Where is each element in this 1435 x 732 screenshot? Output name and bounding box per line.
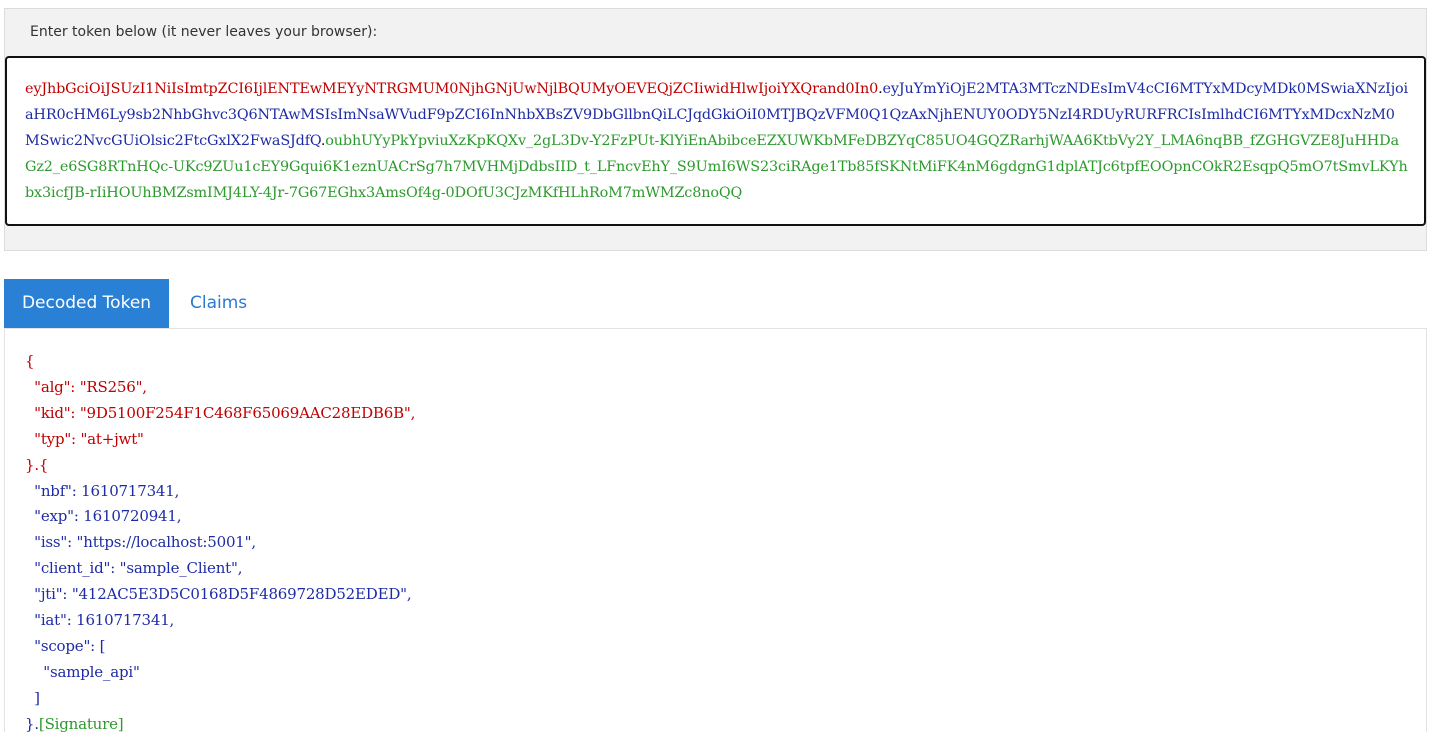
decoded-payload-line: "client_id": "sample_Client", <box>25 559 243 578</box>
tab-claims[interactable]: Claims <box>190 279 247 328</box>
decoded-payload-line: "iss": "https://localhost:5001", <box>25 533 256 552</box>
decoded-header-line: "typ": "at+jwt" <box>25 429 144 448</box>
decoded-token-json: { "alg": "RS256", "kid": "9D5100F254F1C4… <box>25 349 415 732</box>
token-instruction-label: Enter token below (it never leaves your … <box>30 24 378 40</box>
decoded-payload-line: "sample_api" <box>25 662 140 681</box>
decoded-header-close: }.{ <box>25 455 49 474</box>
result-tabs: Decoded Token Claims <box>4 279 1427 328</box>
decoded-open-brace: { <box>25 352 35 370</box>
decoded-payload-line: ] <box>25 688 40 707</box>
decoded-payload-close: }. <box>25 714 39 732</box>
decoded-payload-line: "jti": "412AC5E3D5C0168D5F4869728D52EDED… <box>25 585 412 604</box>
decoded-payload-line: "exp": 1610720941, <box>25 507 182 526</box>
decoded-header-line: "alg": "RS256", <box>25 377 147 396</box>
decoded-payload-line: "iat": 1610717341, <box>25 611 175 630</box>
token-input-field[interactable]: eyJhbGciOiJSUzI1NiIsImtpZCI6IjlENTEwMEYy… <box>5 56 1426 226</box>
decoded-payload-line: "nbf": 1610717341, <box>25 481 180 500</box>
token-header-segment: eyJhbGciOiJSUzI1NiIsImtpZCI6IjlENTEwMEYy… <box>25 81 879 97</box>
decoded-signature-label: [Signature] <box>38 714 124 732</box>
token-input-panel: Enter token below (it never leaves your … <box>4 8 1427 251</box>
decoded-token-panel: { "alg": "RS256", "kid": "9D5100F254F1C4… <box>4 328 1427 732</box>
decoded-payload-line: "scope": [ <box>25 636 106 655</box>
tab-decoded-token[interactable]: Decoded Token <box>4 279 169 328</box>
decoded-header-line: "kid": "9D5100F254F1C468F65069AAC28EDB6B… <box>25 403 416 422</box>
